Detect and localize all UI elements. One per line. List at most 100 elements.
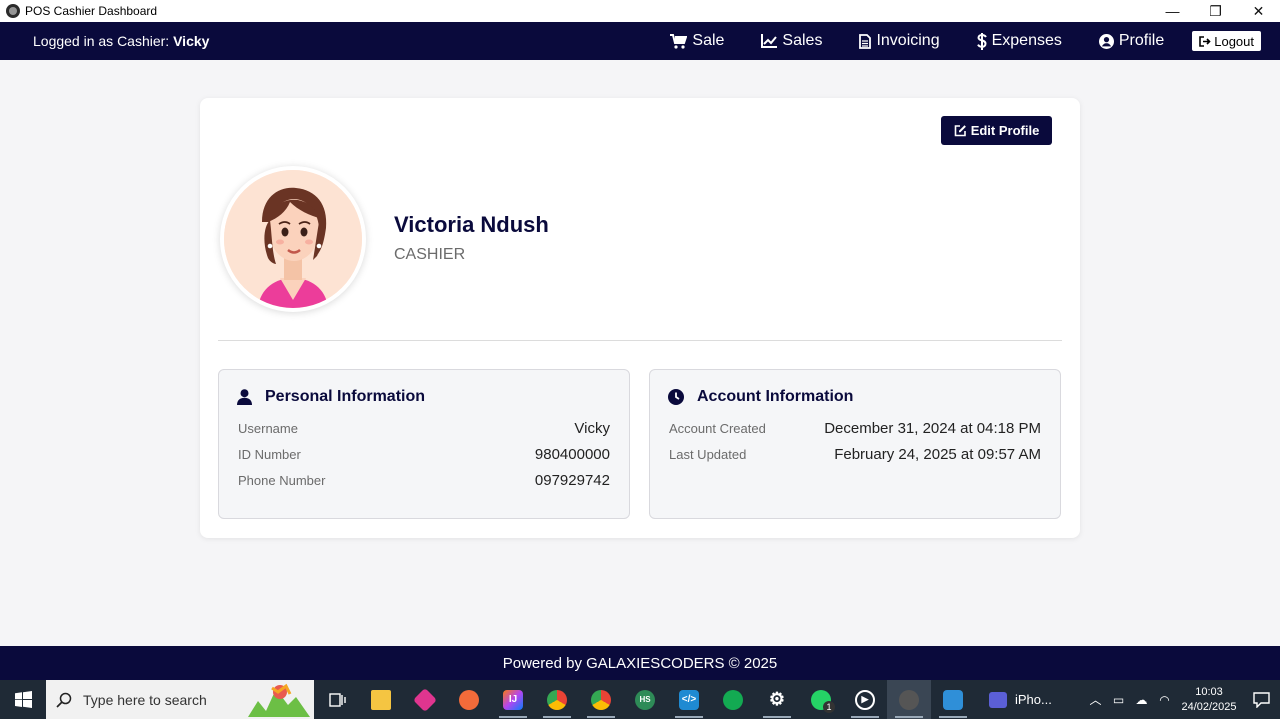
clock-time: 10:03 xyxy=(1195,685,1223,698)
intellij-icon: IJ xyxy=(503,689,523,710)
chrome-icon xyxy=(591,689,611,710)
edit-profile-label: Edit Profile xyxy=(970,123,1040,138)
taskbar-app-cube[interactable] xyxy=(403,680,447,719)
search-highlight-art xyxy=(244,682,312,717)
search-placeholder: Type here to search xyxy=(83,691,207,708)
logged-in-user: Vicky xyxy=(173,33,210,49)
edit-icon xyxy=(954,125,966,137)
info-row-last-updated: Last Updated February 24, 2025 at 09:57 … xyxy=(669,446,1041,463)
info-row-id-number: ID Number 980400000 xyxy=(238,446,610,463)
cashier-avatar-illustration xyxy=(224,170,362,308)
nav-item-sale[interactable]: Sale xyxy=(670,32,724,50)
info-value: December 31, 2024 at 04:18 PM xyxy=(824,420,1041,437)
document-icon xyxy=(859,33,872,49)
info-label: Last Updated xyxy=(669,447,747,462)
logout-label: Logout xyxy=(1214,33,1254,49)
dollar-icon xyxy=(976,32,987,50)
taskbar-vscode[interactable]: </> xyxy=(667,680,711,719)
user-circle-icon xyxy=(1098,33,1114,49)
windows-logo-icon xyxy=(14,691,32,708)
info-label: ID Number xyxy=(238,447,301,462)
restore-button[interactable]: ❐ xyxy=(1194,0,1237,22)
notification-button[interactable] xyxy=(1242,691,1280,708)
taskbar-mongodb[interactable] xyxy=(711,680,755,719)
logged-in-prefix: Logged in as Cashier: xyxy=(33,33,174,49)
taskbar-pos-app[interactable] xyxy=(887,680,931,719)
taskbar-file-explorer[interactable] xyxy=(359,680,403,719)
account-information-title: Account Information xyxy=(697,388,854,405)
info-row-phone-number: Phone Number 097929742 xyxy=(238,472,610,489)
nav-item-expenses[interactable]: Expenses xyxy=(976,32,1062,50)
gear-icon: ⚙ xyxy=(768,689,786,709)
start-button[interactable] xyxy=(0,680,46,719)
task-view-button[interactable] xyxy=(315,680,359,719)
vscode-icon: </> xyxy=(679,689,699,710)
top-navbar: Logged in as Cashier: Vicky Sale Sales I… xyxy=(0,22,1280,60)
nav-label-profile: Profile xyxy=(1118,32,1165,49)
taskbar-settings[interactable]: ⚙ xyxy=(755,680,799,719)
play-icon: ▶ xyxy=(855,689,875,710)
close-button[interactable]: ✕ xyxy=(1237,0,1280,22)
taskbar-app-postman[interactable] xyxy=(447,680,491,719)
cart-icon xyxy=(670,33,688,49)
nav-label-expenses: Expenses xyxy=(991,32,1062,49)
battery-icon[interactable]: ▭ xyxy=(1107,693,1130,707)
account-information-panel: Account Information Account Created Dece… xyxy=(649,369,1061,519)
phone-link-icon xyxy=(989,691,1007,708)
taskbar-search[interactable]: Type here to search xyxy=(46,680,314,719)
nav-item-profile[interactable]: Profile xyxy=(1098,32,1165,50)
cloud-icon[interactable]: ☁ xyxy=(1130,693,1153,707)
cube-app-icon xyxy=(412,687,438,712)
info-row-username: Username Vicky xyxy=(238,420,610,437)
search-icon xyxy=(56,692,72,708)
chrome-icon xyxy=(547,689,567,710)
nav-label-sales: Sales xyxy=(782,32,823,49)
mongodb-leaf-icon xyxy=(723,689,743,710)
taskbar-whatsapp[interactable]: 1 xyxy=(799,680,843,719)
taskbar-clock[interactable]: 10:03 24/02/2025 xyxy=(1176,685,1242,715)
section-divider xyxy=(218,340,1062,341)
taskbar-chrome-1[interactable] xyxy=(535,680,579,719)
personal-information-heading: Personal Information xyxy=(237,388,425,406)
info-row-account-created: Account Created December 31, 2024 at 04:… xyxy=(669,420,1041,437)
taskbar-media-player[interactable]: ▶ xyxy=(843,680,887,719)
account-information-heading: Account Information xyxy=(668,388,853,406)
info-value: Vicky xyxy=(574,420,610,437)
nav-label-sale: Sale xyxy=(692,32,725,49)
photos-app-icon xyxy=(943,689,963,710)
chart-icon xyxy=(761,34,778,48)
info-value: 097929742 xyxy=(534,472,610,489)
clock-icon xyxy=(668,389,684,405)
chevron-up-icon[interactable]: ︿ xyxy=(1084,691,1107,708)
task-view-icon xyxy=(329,692,346,707)
taskbar-app-hs[interactable]: HS xyxy=(623,680,667,719)
taskbar-chrome-2[interactable] xyxy=(579,680,623,719)
notification-icon xyxy=(1252,691,1270,708)
nav-item-invoicing[interactable]: Invoicing xyxy=(859,32,940,50)
taskbar-app-blue[interactable] xyxy=(931,680,975,719)
taskbar-iphone-link[interactable]: iPho... xyxy=(989,691,1052,708)
hs-app-icon: HS xyxy=(635,689,655,710)
minimize-button[interactable]: — xyxy=(1151,0,1194,22)
nav-menu: Sale Sales Invoicing Expenses Profile Lo… xyxy=(670,22,1280,60)
info-label: Phone Number xyxy=(238,473,326,488)
info-label: Username xyxy=(238,421,298,436)
personal-information-title: Personal Information xyxy=(265,388,426,405)
postman-icon xyxy=(459,689,479,710)
taskbar-app-intellij[interactable]: IJ xyxy=(491,680,535,719)
app-globe-icon xyxy=(6,4,20,18)
edit-profile-button[interactable]: Edit Profile xyxy=(941,116,1052,145)
personal-information-panel: Personal Information Username Vicky ID N… xyxy=(218,369,630,519)
nav-item-sales[interactable]: Sales xyxy=(761,32,822,50)
iphone-label: iPho... xyxy=(1015,692,1052,707)
clock-date: 24/02/2025 xyxy=(1181,700,1237,713)
info-value: February 24, 2025 at 09:57 AM xyxy=(834,446,1041,463)
user-icon xyxy=(237,389,252,405)
logout-button[interactable]: Logout xyxy=(1192,31,1261,51)
sign-out-icon xyxy=(1199,35,1211,47)
whatsapp-badge: 1 xyxy=(823,701,835,713)
wifi-icon[interactable]: ◠ xyxy=(1153,693,1176,707)
system-tray: ︿ ▭ ☁ ◠ 10:03 24/02/2025 xyxy=(1084,680,1280,719)
window-titlebar: POS Cashier Dashboard — ❐ ✕ xyxy=(0,0,1280,22)
logged-in-status: Logged in as Cashier: Vicky xyxy=(33,33,209,49)
